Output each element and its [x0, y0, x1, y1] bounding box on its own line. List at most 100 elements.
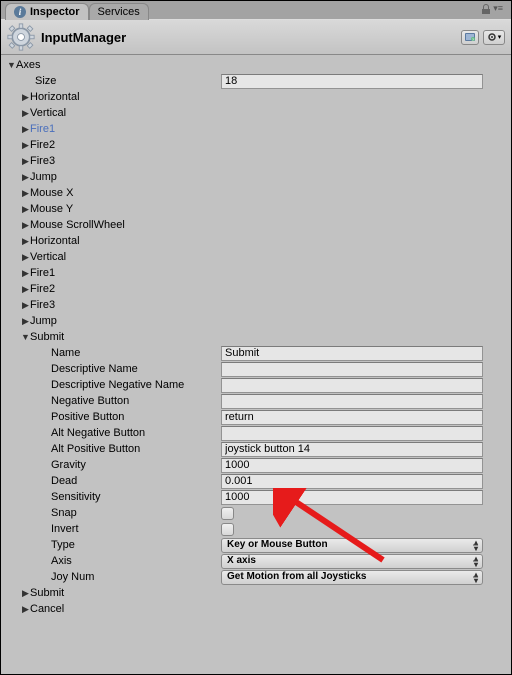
axis-foldout[interactable]: ▶ Submit: [5, 585, 507, 601]
axis-row: Axis X axis▴▾: [5, 553, 507, 569]
component-title: InputManager: [41, 30, 126, 45]
lock-icon: [481, 4, 491, 14]
foldout-closed-icon: ▶: [21, 249, 30, 265]
axis-foldout[interactable]: ▶ Fire1: [5, 265, 507, 281]
dead-row: Dead: [5, 473, 507, 489]
foldout-open-icon: ▼: [7, 57, 16, 73]
axis-foldout[interactable]: ▶ Mouse Y: [5, 201, 507, 217]
axis-foldout[interactable]: ▼ Submit: [5, 329, 507, 345]
axis-label: Fire3: [30, 153, 55, 169]
type-row: Type Key or Mouse Button▴▾: [5, 537, 507, 553]
axis-label: Mouse ScrollWheel: [30, 217, 125, 233]
help-button[interactable]: ?: [461, 30, 479, 45]
axis-foldout[interactable]: ▶ Fire3: [5, 297, 507, 313]
descriptive-negative-input[interactable]: [221, 378, 483, 393]
axis-foldout[interactable]: ▶ Fire2: [5, 137, 507, 153]
sensitivity-label: Sensitivity: [51, 489, 101, 505]
descriptive-negative-row: Descriptive Negative Name: [5, 377, 507, 393]
alt-negative-button-label: Alt Negative Button: [51, 425, 145, 441]
axis-label: Mouse Y: [30, 201, 73, 217]
axis-label: Fire3: [30, 297, 55, 313]
tab-services[interactable]: Services: [89, 3, 149, 20]
tab-label: Inspector: [30, 6, 80, 18]
positive-button-row: Positive Button: [5, 409, 507, 425]
size-row: Size: [5, 73, 507, 89]
axis-label: Fire2: [30, 281, 55, 297]
tab-bar: i Inspector Services ▾≡: [1, 1, 511, 19]
axis-foldout[interactable]: ▶ Horizontal: [5, 89, 507, 105]
name-row: Name: [5, 345, 507, 361]
descriptive-name-input[interactable]: [221, 362, 483, 377]
joynum-label: Joy Num: [51, 569, 94, 585]
foldout-closed-icon: ▶: [21, 297, 30, 313]
axis-foldout[interactable]: ▶ Jump: [5, 169, 507, 185]
foldout-open-icon: ▼: [21, 329, 30, 345]
foldout-closed-icon: ▶: [21, 217, 30, 233]
positive-button-input[interactable]: [221, 410, 483, 425]
axis-foldout[interactable]: ▶ Fire1: [5, 121, 507, 137]
type-dropdown[interactable]: Key or Mouse Button▴▾: [221, 538, 483, 553]
axis-foldout[interactable]: ▶ Vertical: [5, 249, 507, 265]
axis-foldout[interactable]: ▶ Jump: [5, 313, 507, 329]
axis-foldout[interactable]: ▶ Mouse X: [5, 185, 507, 201]
tab-menu-icon[interactable]: ▾≡: [493, 3, 503, 14]
size-label: Size: [35, 73, 56, 89]
foldout-closed-icon: ▶: [21, 265, 30, 281]
dead-input[interactable]: [221, 474, 483, 489]
snap-checkbox[interactable]: [221, 507, 234, 520]
book-icon: ?: [464, 31, 476, 43]
tab-label: Services: [98, 6, 140, 18]
negative-button-row: Negative Button: [5, 393, 507, 409]
gear-icon: [7, 23, 35, 51]
gravity-row: Gravity: [5, 457, 507, 473]
negative-button-input[interactable]: [221, 394, 483, 409]
settings-button[interactable]: ▾: [483, 30, 505, 45]
alt-positive-button-input[interactable]: [221, 442, 483, 457]
joynum-dropdown[interactable]: Get Motion from all Joysticks▴▾: [221, 570, 483, 585]
lock-toggle[interactable]: ▾≡: [481, 3, 503, 14]
foldout-closed-icon: ▶: [21, 105, 30, 121]
size-input[interactable]: [221, 74, 483, 89]
axis-label: Cancel: [30, 601, 64, 617]
snap-label: Snap: [51, 505, 77, 521]
descriptive-name-label: Descriptive Name: [51, 361, 138, 377]
foldout-closed-icon: ▶: [21, 137, 30, 153]
axis-label: Vertical: [30, 105, 66, 121]
axis-label: Mouse X: [30, 185, 73, 201]
axis-label: Axis: [51, 553, 72, 569]
axis-foldout[interactable]: ▶ Vertical: [5, 105, 507, 121]
dead-label: Dead: [51, 473, 77, 489]
invert-checkbox[interactable]: [221, 523, 234, 536]
foldout-closed-icon: ▶: [21, 233, 30, 249]
name-input[interactable]: [221, 346, 483, 361]
alt-negative-button-row: Alt Negative Button: [5, 425, 507, 441]
invert-row: Invert: [5, 521, 507, 537]
axis-label: Submit: [30, 329, 64, 345]
type-label: Type: [51, 537, 75, 553]
info-icon: i: [14, 6, 26, 18]
foldout-closed-icon: ▶: [21, 313, 30, 329]
axes-foldout[interactable]: ▼ Axes: [5, 57, 507, 73]
axis-label: Fire1: [30, 121, 55, 137]
inspector-content: ▼ Axes Size ▶ Horizontal ▶ Vertical ▶ Fi…: [1, 55, 511, 619]
foldout-closed-icon: ▶: [21, 89, 30, 105]
sensitivity-input[interactable]: [221, 490, 483, 505]
axis-dropdown[interactable]: X axis▴▾: [221, 554, 483, 569]
axis-foldout[interactable]: ▶ Fire2: [5, 281, 507, 297]
axis-label: Jump: [30, 313, 57, 329]
tab-inspector[interactable]: i Inspector: [5, 3, 89, 20]
gravity-input[interactable]: [221, 458, 483, 473]
axis-foldout[interactable]: ▶ Fire3: [5, 153, 507, 169]
alt-negative-button-input[interactable]: [221, 426, 483, 441]
negative-button-label: Negative Button: [51, 393, 129, 409]
gear-small-icon: [487, 32, 497, 42]
name-label: Name: [51, 345, 80, 361]
foldout-closed-icon: ▶: [21, 201, 30, 217]
axis-foldout[interactable]: ▶ Cancel: [5, 601, 507, 617]
axis-label: Submit: [30, 585, 64, 601]
descriptive-name-row: Descriptive Name: [5, 361, 507, 377]
foldout-closed-icon: ▶: [21, 169, 30, 185]
axis-foldout[interactable]: ▶ Mouse ScrollWheel: [5, 217, 507, 233]
axis-foldout[interactable]: ▶ Horizontal: [5, 233, 507, 249]
foldout-closed-icon: ▶: [21, 585, 30, 601]
